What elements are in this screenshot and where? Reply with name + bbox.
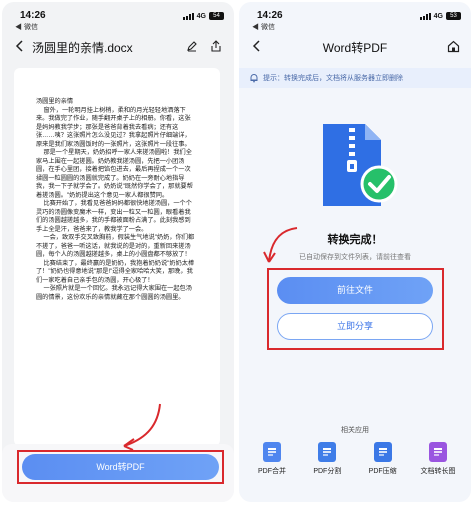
- related-app-label: 文档转长图: [420, 468, 456, 475]
- document-paragraph: 比赛开始了，我看见爸爸妈妈都很快地搓汤圆，一个个灵巧的汤圆像变魔术一样，变出一粒…: [36, 200, 192, 233]
- left-phone-screen: 14:26 ◀ 微信 4G 54 汤圆里的亲情.docx 汤圆里的亲情 窗外，一轮…: [2, 2, 234, 502]
- battery-icon: 54: [209, 12, 224, 20]
- tip-text: 提示：转换完成后，文档将从服务器立即删除: [263, 75, 403, 82]
- edit-icon[interactable]: [184, 38, 200, 54]
- battery-icon: 53: [446, 12, 461, 20]
- related-app-4[interactable]: 文档转长图: [413, 442, 463, 476]
- related-apps-list: PDF合并 PDF分割 PDF压缩 文档转长图: [247, 442, 463, 476]
- related-app-label: PDF分割: [313, 468, 342, 475]
- pdf-split-icon: [318, 442, 337, 462]
- zip-file-success-icon: [309, 122, 409, 212]
- screenshot-root: 14:26 ◀ 微信 4G 54 汤圆里的亲情.docx 汤圆里的亲情 窗外，一轮…: [0, 0, 474, 507]
- go-to-files-button[interactable]: 前往文件: [277, 277, 433, 304]
- doc-to-image-icon: [428, 442, 447, 462]
- document-paragraph: 那是一个星期天，奶奶招呼一家人来搓汤圆啦！我们全家马上围在一起搓圆。奶奶教我搓汤…: [36, 149, 193, 199]
- signal-icon: [182, 12, 194, 20]
- related-apps-title: 相关应用: [341, 427, 369, 434]
- document-paragraph: 窗外，一轮明月挂上树梢，柔和的月光轻轻地洒落下来。我做完了作业，随手翻开桌子上的…: [36, 106, 191, 148]
- status-bar: 14:26 ◀ 微信 4G 54: [2, 2, 234, 32]
- related-app-3[interactable]: PDF压缩: [358, 442, 408, 476]
- document-text: 汤圆里的亲情 窗外，一轮明月挂上树梢，柔和的月光轻轻地洒落下来。我做完了作业，随手…: [36, 98, 196, 302]
- right-phone-screen: 14:26 ◀ 微信 4G 53 Word转PDF 提示：转换完成后，文档将从服…: [239, 2, 471, 502]
- word-to-pdf-button[interactable]: Word转PDF: [22, 454, 219, 480]
- status-time: 14:26: [20, 10, 46, 21]
- document-paragraph: 比赛结束了，最终赢的是奶奶，我抱着奶奶说"奶奶太棒了！"奶奶也得意地说"那是!"…: [36, 259, 195, 284]
- nav-bar: 汤圆里的亲情.docx: [2, 32, 234, 62]
- home-icon[interactable]: [445, 38, 461, 54]
- related-app-label: PDF合并: [258, 468, 286, 475]
- back-icon[interactable]: [12, 38, 26, 54]
- status-time: 14:26: [257, 10, 283, 21]
- related-app-label: PDF压缩: [368, 468, 397, 475]
- share-now-button[interactable]: 立即分享: [277, 313, 433, 340]
- network-type: 4G: [196, 12, 206, 20]
- document-paragraph: 一会，致双手交叉致胸前，假装生气地说"奶奶，你们都不搓了，爸爸一听这话，就我说的…: [36, 234, 195, 258]
- related-app-2[interactable]: PDF分割: [302, 442, 352, 476]
- back-to-app-link[interactable]: ◀ 微信: [15, 22, 38, 32]
- signal-icon: [419, 12, 431, 20]
- status-indicators: 4G 54: [182, 12, 224, 20]
- back-to-app-link[interactable]: ◀ 微信: [252, 22, 275, 32]
- share-icon[interactable]: [208, 38, 224, 54]
- page-title: Word转PDF: [322, 41, 388, 55]
- tip-banner: 提示：转换完成后，文档将从服务器立即删除: [239, 68, 471, 88]
- status-bar: 14:26 ◀ 微信 4G 53: [239, 2, 471, 32]
- related-app-1[interactable]: PDF合并: [247, 442, 297, 476]
- status-indicators: 4G 53: [419, 12, 461, 20]
- network-type: 4G: [433, 12, 443, 20]
- nav-bar: Word转PDF: [239, 32, 471, 62]
- document-paragraph: 汤圆里的亲情: [36, 98, 74, 105]
- page-title: 汤圆里的亲情.docx: [32, 41, 133, 55]
- bell-icon: [250, 74, 258, 83]
- document-paragraph: 一张照片就是一个回忆。我永远记得大家围在一起包汤圆的情景，这份欢乐的亲情就藏在那…: [36, 285, 192, 301]
- success-subtitle: 已自动保存到文件列表，请前往查看: [299, 254, 411, 261]
- success-title: 转换完成！: [327, 234, 383, 246]
- pdf-merge-icon: [263, 442, 281, 462]
- pdf-compress-icon: [373, 442, 392, 462]
